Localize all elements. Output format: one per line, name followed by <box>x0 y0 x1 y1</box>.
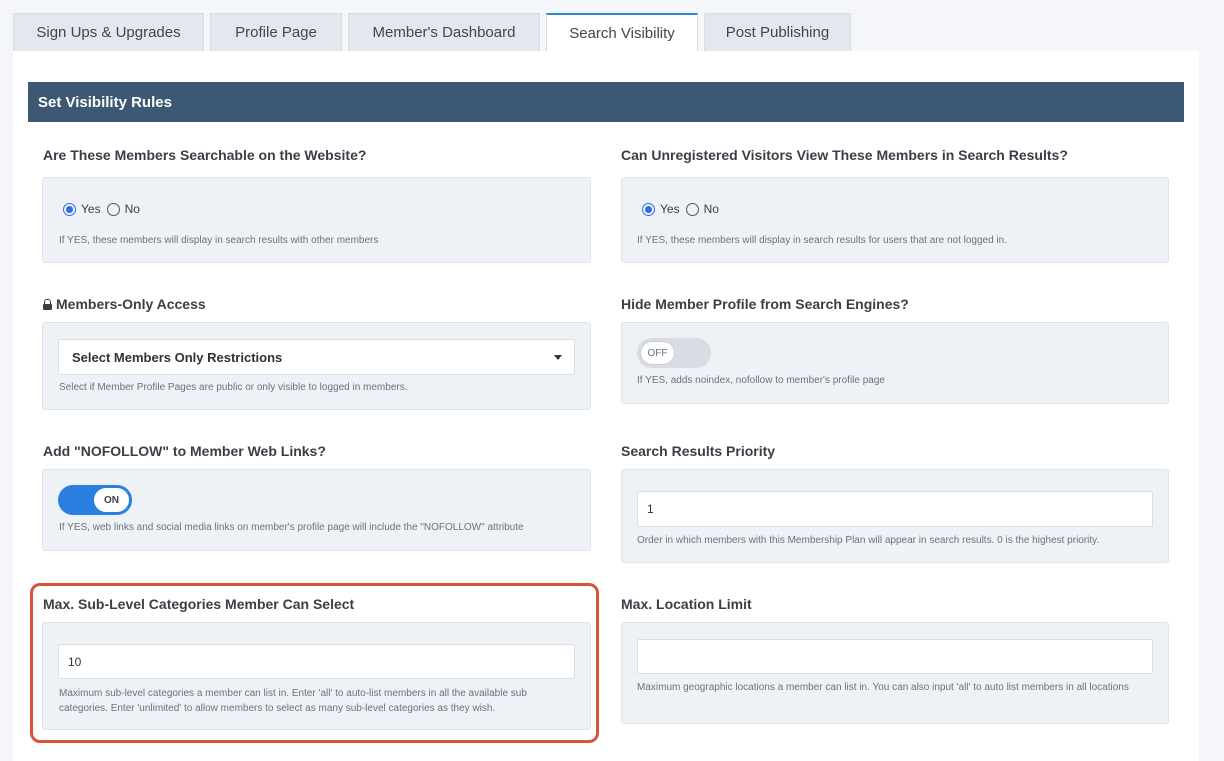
hide-profile-help: If YES, adds noindex, nofollow to member… <box>637 375 885 386</box>
sub-categories-label: Max. Sub-Level Categories Member Can Sel… <box>43 596 355 612</box>
members-only-help: Select if Member Profile Pages are publi… <box>59 382 408 393</box>
location-limit-input[interactable] <box>637 639 1153 674</box>
tab-profile-page[interactable]: Profile Page <box>210 13 342 51</box>
tab-members-dashboard[interactable]: Member's Dashboard <box>348 13 540 51</box>
section-header: Set Visibility Rules <box>28 82 1184 122</box>
unregistered-box <box>621 177 1169 263</box>
searchable-yes-radio[interactable] <box>63 202 76 216</box>
members-only-label-row: Members-Only Access <box>43 296 206 312</box>
sub-categories-input[interactable]: 10 <box>58 644 575 679</box>
members-only-select[interactable]: Select Members Only Restrictions <box>58 339 575 375</box>
searchable-label: Are These Members Searchable on the Webs… <box>43 147 367 163</box>
searchable-help: If YES, these members will display in se… <box>59 235 379 246</box>
priority-input-value: 1 <box>647 502 654 516</box>
location-limit-label: Max. Location Limit <box>621 596 752 612</box>
searchable-yes-label[interactable]: Yes <box>81 202 101 216</box>
tab-search-visibility[interactable]: Search Visibility <box>546 13 698 52</box>
unregistered-yes-radio[interactable] <box>642 202 655 216</box>
hide-profile-toggle[interactable]: OFF <box>637 338 711 368</box>
searchable-radio-group: Yes No <box>63 202 146 216</box>
priority-input[interactable]: 1 <box>637 491 1153 527</box>
nofollow-label: Add "NOFOLLOW" to Member Web Links? <box>43 443 326 459</box>
hide-profile-toggle-knob: OFF <box>640 341 675 365</box>
nofollow-toggle[interactable]: ON <box>58 485 132 515</box>
chevron-down-icon <box>554 355 562 360</box>
unregistered-radio-group: Yes No <box>642 202 725 216</box>
priority-help: Order in which members with this Members… <box>637 535 1100 546</box>
unregistered-no-radio[interactable] <box>685 202 699 216</box>
sub-categories-input-value: 10 <box>68 654 82 669</box>
unregistered-label: Can Unregistered Visitors View These Mem… <box>621 147 1068 163</box>
section-title: Set Visibility Rules <box>38 93 172 111</box>
tab-sign-ups-upgrades[interactable]: Sign Ups & Upgrades <box>13 13 204 51</box>
hide-profile-label: Hide Member Profile from Search Engines? <box>621 296 909 312</box>
members-only-select-value: Select Members Only Restrictions <box>72 349 283 365</box>
unregistered-no-label[interactable]: No <box>704 202 719 216</box>
unregistered-help: If YES, these members will display in se… <box>637 235 1007 246</box>
tab-post-publishing[interactable]: Post Publishing <box>704 13 851 51</box>
searchable-no-radio[interactable] <box>106 202 120 216</box>
searchable-no-label[interactable]: No <box>125 202 140 216</box>
nofollow-toggle-knob: ON <box>94 488 129 512</box>
nofollow-help: If YES, web links and social media links… <box>59 522 524 533</box>
searchable-box <box>42 177 591 263</box>
members-only-label: Members-Only Access <box>56 296 206 312</box>
priority-label: Search Results Priority <box>621 443 776 459</box>
unregistered-yes-label[interactable]: Yes <box>660 202 680 216</box>
tab-bar: Sign Ups & Upgrades Profile Page Member'… <box>13 13 857 52</box>
location-limit-help: Maximum geographic locations a member ca… <box>637 682 1129 693</box>
sub-categories-help: Maximum sub-level categories a member ca… <box>59 688 527 714</box>
lock-icon <box>43 299 52 310</box>
